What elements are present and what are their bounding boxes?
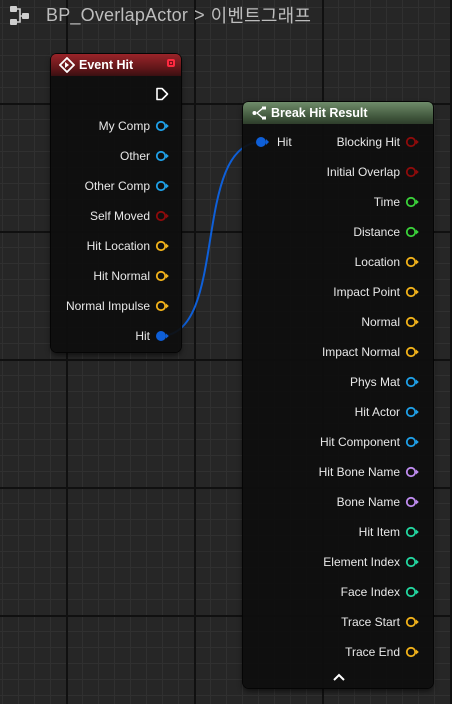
break-hit-output-label: Location xyxy=(354,255,400,269)
output-pin-icon[interactable] xyxy=(405,315,419,329)
event-hit-output-label: Other xyxy=(119,149,150,163)
event-hit-output-row[interactable]: Hit xyxy=(135,326,169,346)
output-pin-icon[interactable] xyxy=(405,555,419,569)
event-hit-output-row[interactable]: My Comp xyxy=(99,116,169,136)
event-hit-output-label: Hit Location xyxy=(86,239,150,253)
break-hit-output-row[interactable]: Hit Item xyxy=(359,522,419,542)
event-hit-node[interactable]: Event Hit My Comp Other Other Comp Self Mov… xyxy=(51,54,181,352)
break-hit-output-row[interactable]: Initial Overlap xyxy=(327,162,419,182)
break-hit-output-label: Hit Item xyxy=(358,525,400,539)
event-hit-output-row[interactable]: Other Comp xyxy=(85,176,169,196)
event-hit-output-row[interactable]: Normal Impulse xyxy=(66,296,169,316)
break-hit-output-label: Initial Overlap xyxy=(326,165,400,179)
exec-out-pin-icon[interactable] xyxy=(155,87,169,101)
break-hit-result-node[interactable]: Break Hit Result Hit Blocking Hit Initial… xyxy=(243,102,433,688)
break-hit-output-label: Phys Mat xyxy=(349,375,400,389)
break-hit-output-label: Hit Component xyxy=(319,435,400,449)
breadcrumb-event-graph[interactable]: 이벤트그래프 xyxy=(211,2,312,28)
output-pin-icon[interactable] xyxy=(405,405,419,419)
break-hit-output-row[interactable]: Impact Point xyxy=(333,282,419,302)
break-hit-output-label: Distance xyxy=(353,225,400,239)
event-hit-output-label: My Comp xyxy=(98,119,150,133)
break-hit-result-header[interactable]: Break Hit Result xyxy=(243,102,433,124)
output-pin-icon[interactable] xyxy=(405,435,419,449)
event-hit-output-label: Self Moved xyxy=(89,209,150,223)
struct-pin-connected-icon[interactable] xyxy=(255,135,269,149)
output-pin-icon[interactable] xyxy=(405,465,419,479)
break-input-hit-row[interactable]: Hit xyxy=(255,132,292,152)
break-hit-output-label: Bone Name xyxy=(336,495,400,509)
output-pin-icon[interactable] xyxy=(405,525,419,539)
break-hit-output-row[interactable]: Hit Actor xyxy=(355,402,419,422)
break-hit-output-row[interactable]: Element Index xyxy=(323,552,419,572)
output-pin-icon[interactable] xyxy=(405,165,419,179)
output-pin-icon[interactable] xyxy=(405,375,419,389)
event-hit-output-row[interactable]: Self Moved xyxy=(90,206,169,226)
output-pin-icon[interactable] xyxy=(155,209,169,223)
break-hit-result-title: Break Hit Result xyxy=(271,106,368,120)
event-hit-header[interactable]: Event Hit xyxy=(51,54,181,76)
break-hit-output-row[interactable]: Time xyxy=(374,192,419,212)
chevron-up-icon[interactable] xyxy=(332,672,346,682)
break-hit-output-label: Impact Point xyxy=(333,285,400,299)
break-hit-output-row[interactable]: Distance xyxy=(353,222,419,242)
breadcrumb-blueprint[interactable]: BP_OverlapActor xyxy=(46,5,188,26)
output-pin-icon[interactable] xyxy=(405,225,419,239)
event-hit-output-row[interactable]: Hit Normal xyxy=(93,266,169,286)
break-hit-output-label: Hit Actor xyxy=(354,405,400,419)
event-hit-output-label: Other Comp xyxy=(84,179,150,193)
break-hit-output-row[interactable]: Hit Component xyxy=(320,432,419,452)
output-pin-icon[interactable] xyxy=(405,585,419,599)
event-hit-output-row[interactable]: Other xyxy=(120,146,169,166)
break-struct-icon xyxy=(252,106,266,120)
output-pin-icon[interactable] xyxy=(405,285,419,299)
graph-icon xyxy=(10,6,29,25)
break-hit-output-row[interactable]: Trace Start xyxy=(341,612,419,632)
output-pin-icon[interactable] xyxy=(155,149,169,163)
break-hit-output-label: Hit Bone Name xyxy=(318,465,400,479)
event-hit-output-label: Hit xyxy=(135,329,150,343)
output-pin-icon[interactable] xyxy=(155,239,169,253)
output-pin-icon[interactable] xyxy=(405,615,419,629)
break-hit-output-row[interactable]: Trace End xyxy=(345,642,419,662)
break-hit-output-label: Normal xyxy=(361,315,400,329)
struct-pin-connected-icon[interactable] xyxy=(155,329,169,343)
break-hit-output-row[interactable]: Location xyxy=(355,252,419,272)
breadcrumb-separator: > xyxy=(194,4,205,25)
break-hit-output-row[interactable]: Face Index xyxy=(341,582,419,602)
output-pin-icon[interactable] xyxy=(405,645,419,659)
event-hit-title: Event Hit xyxy=(79,58,134,72)
stop-icon xyxy=(167,59,175,67)
breadcrumb-bar: BP_OverlapActor > 이벤트그래프 xyxy=(0,0,452,30)
output-pin-icon[interactable] xyxy=(405,195,419,209)
break-hit-output-row[interactable]: Normal xyxy=(361,312,419,332)
break-hit-output-label: Impact Normal xyxy=(321,345,400,359)
break-hit-output-label: Face Index xyxy=(340,585,400,599)
break-hit-output-label: Time xyxy=(373,195,400,209)
output-pin-icon[interactable] xyxy=(405,345,419,359)
event-diamond-icon xyxy=(59,57,75,73)
output-pin-icon[interactable] xyxy=(155,119,169,133)
event-hit-output-label: Normal Impulse xyxy=(65,299,150,313)
break-hit-output-label: Blocking Hit xyxy=(336,135,400,149)
break-hit-output-row[interactable]: Bone Name xyxy=(337,492,419,512)
output-pin-icon[interactable] xyxy=(155,299,169,313)
break-hit-output-row[interactable]: Phys Mat xyxy=(350,372,419,392)
event-hit-output-label: Hit Normal xyxy=(93,269,150,283)
break-hit-output-row[interactable]: Hit Bone Name xyxy=(319,462,419,482)
break-hit-output-label: Trace Start xyxy=(341,615,400,629)
event-hit-output-row[interactable]: Hit Location xyxy=(87,236,169,256)
output-pin-icon[interactable] xyxy=(155,179,169,193)
break-hit-output-label: Trace End xyxy=(345,645,400,659)
output-pin-icon[interactable] xyxy=(405,135,419,149)
output-pin-icon[interactable] xyxy=(405,255,419,269)
output-pin-icon[interactable] xyxy=(155,269,169,283)
break-input-hit-label: Hit xyxy=(277,135,292,149)
output-pin-icon[interactable] xyxy=(405,495,419,509)
break-hit-output-row[interactable]: Blocking Hit xyxy=(337,132,419,152)
break-hit-output-label: Element Index xyxy=(323,555,400,569)
break-hit-output-row[interactable]: Impact Normal xyxy=(322,342,419,362)
